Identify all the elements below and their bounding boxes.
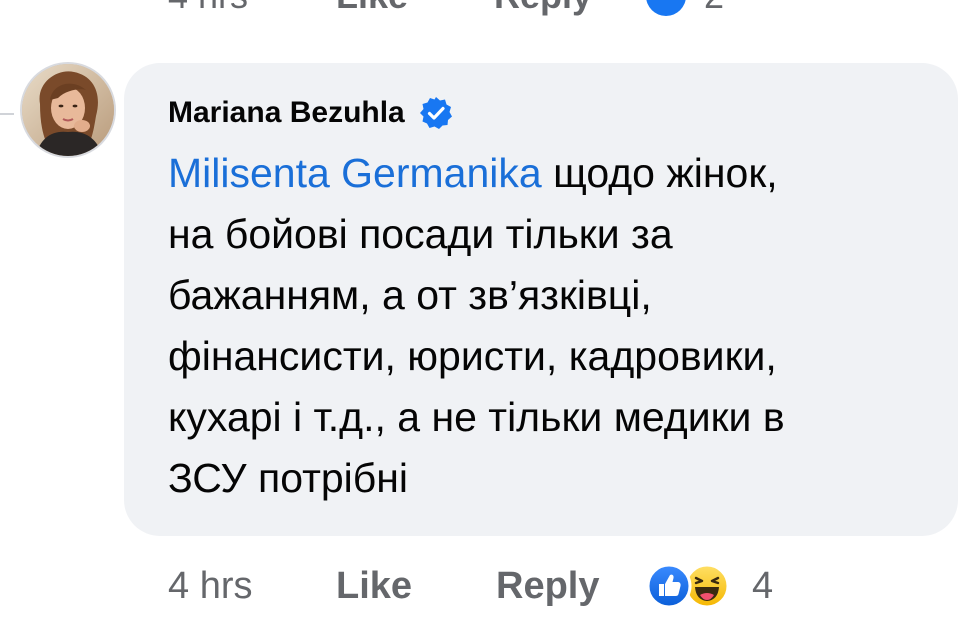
- comment-line-3: бажанням, а от зв’язківці,: [168, 272, 652, 318]
- like-icon: [646, 563, 692, 609]
- comment-line-2: на бойові посади тільки за: [168, 211, 673, 257]
- thread-connector-line: [0, 113, 14, 115]
- previous-comment-actions: 4 hrs Like Reply 2: [168, 0, 744, 16]
- comment-line-5: кухарі і т.д., а не тільки медики в: [168, 394, 785, 440]
- verified-badge-icon: [419, 96, 453, 130]
- author-row: Mariana Bezuhla: [168, 93, 918, 133]
- reactions-summary[interactable]: 4: [646, 563, 773, 609]
- comment-thread: 4 hrs Like Reply 2: [0, 0, 978, 632]
- comment-text: Milisenta Germanika щодо жінок, на бойові…: [168, 143, 928, 509]
- comment-timestamp[interactable]: 4 hrs: [168, 565, 336, 608]
- reaction-count: 4: [752, 564, 774, 607]
- previous-comment-time[interactable]: 4 hrs: [168, 0, 336, 17]
- mention-link[interactable]: Milisenta Germanika: [168, 150, 542, 196]
- comment-actions: 4 hrs Like Reply 4: [168, 562, 773, 610]
- comment-line-4: фінансисти, юристи, кадровики,: [168, 333, 777, 379]
- comment-line-1: щодо жінок,: [541, 150, 778, 196]
- like-button[interactable]: Like: [336, 565, 496, 608]
- like-reaction-icon[interactable]: [646, 0, 686, 16]
- author-name[interactable]: Mariana Bezuhla: [168, 96, 405, 130]
- comment-bubble: Mariana Bezuhla Milisenta Germanika щодо…: [124, 63, 958, 536]
- previous-like-button[interactable]: Like: [336, 0, 494, 17]
- reply-button[interactable]: Reply: [496, 565, 646, 608]
- previous-reaction-count[interactable]: 2: [704, 0, 744, 17]
- comment-line-6: ЗСУ потрібні: [168, 455, 409, 501]
- avatar[interactable]: [20, 62, 116, 158]
- profile-photo: [22, 64, 114, 156]
- previous-reply-button[interactable]: Reply: [494, 0, 646, 17]
